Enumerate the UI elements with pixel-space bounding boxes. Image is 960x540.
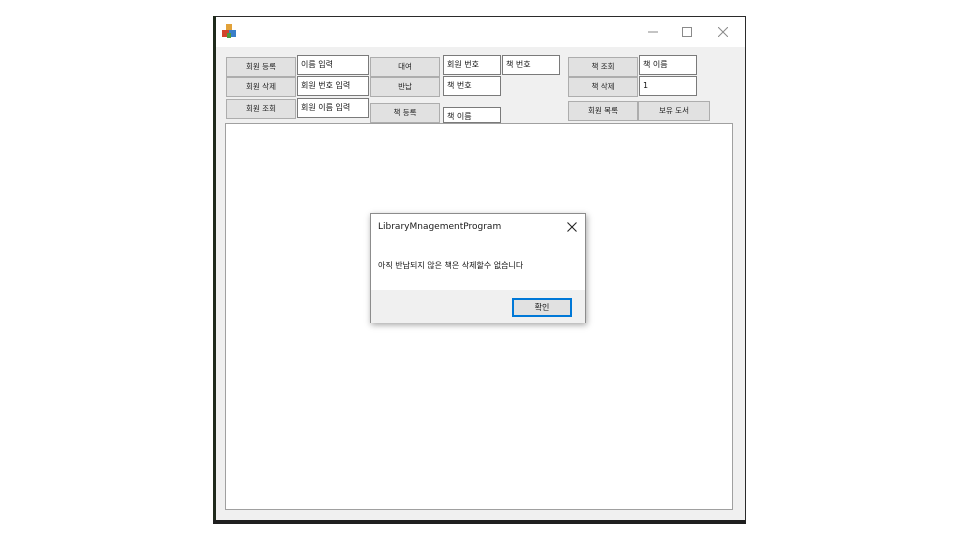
minimize-button[interactable] bbox=[636, 17, 670, 47]
close-icon bbox=[718, 26, 728, 37]
dialog-title: LibraryMnagementProgram bbox=[378, 222, 502, 232]
member-name-input[interactable]: 이름 입력 bbox=[297, 55, 369, 75]
dialog-message: 아직 반납되지 않은 책은 삭제할수 없습니다 bbox=[378, 261, 524, 270]
book-search-name-input[interactable]: 책 이름 bbox=[639, 55, 697, 75]
background-window-edge-bottom bbox=[213, 520, 746, 524]
maximize-icon bbox=[682, 26, 692, 37]
dialog-close-button[interactable] bbox=[563, 218, 581, 236]
rent-button[interactable]: 대여 bbox=[370, 57, 440, 77]
book-search-button[interactable]: 책 조회 bbox=[568, 57, 638, 77]
member-name-search-input[interactable]: 회원 이름 입력 bbox=[297, 98, 369, 118]
rent-member-number-input[interactable]: 회원 번호 bbox=[443, 55, 501, 75]
title-bar[interactable] bbox=[216, 17, 745, 47]
close-icon bbox=[567, 222, 577, 232]
dialog-footer: 확인 bbox=[371, 290, 585, 323]
app-icon bbox=[221, 23, 237, 39]
member-register-button[interactable]: 회원 등록 bbox=[226, 57, 296, 77]
book-delete-id-input[interactable]: 1 bbox=[639, 76, 697, 96]
return-button[interactable]: 반납 bbox=[370, 77, 440, 97]
ok-button[interactable]: 확인 bbox=[512, 298, 572, 317]
rent-book-number-input[interactable]: 책 번호 bbox=[502, 55, 560, 75]
minimize-icon bbox=[648, 31, 658, 32]
book-delete-button[interactable]: 책 삭제 bbox=[568, 77, 638, 97]
maximize-button[interactable] bbox=[670, 17, 704, 47]
desktop: 회원 등록 회원 삭제 회원 조회 이름 입력 회원 번호 입력 회원 이름 입… bbox=[0, 0, 960, 540]
close-button[interactable] bbox=[706, 17, 740, 47]
owned-books-tab[interactable]: 보유 도서 bbox=[638, 101, 710, 121]
member-list-tab[interactable]: 회원 목록 bbox=[568, 101, 638, 121]
return-book-number-input[interactable]: 책 번호 bbox=[443, 76, 501, 96]
book-register-button[interactable]: 책 등록 bbox=[370, 103, 440, 123]
member-search-button[interactable]: 회원 조회 bbox=[226, 99, 296, 119]
member-delete-button[interactable]: 회원 삭제 bbox=[226, 77, 296, 97]
message-dialog: LibraryMnagementProgram 아직 반납되지 않은 책은 삭제… bbox=[370, 213, 586, 323]
register-book-name-input[interactable]: 책 이름 bbox=[443, 107, 501, 123]
member-number-input[interactable]: 회원 번호 입력 bbox=[297, 76, 369, 96]
